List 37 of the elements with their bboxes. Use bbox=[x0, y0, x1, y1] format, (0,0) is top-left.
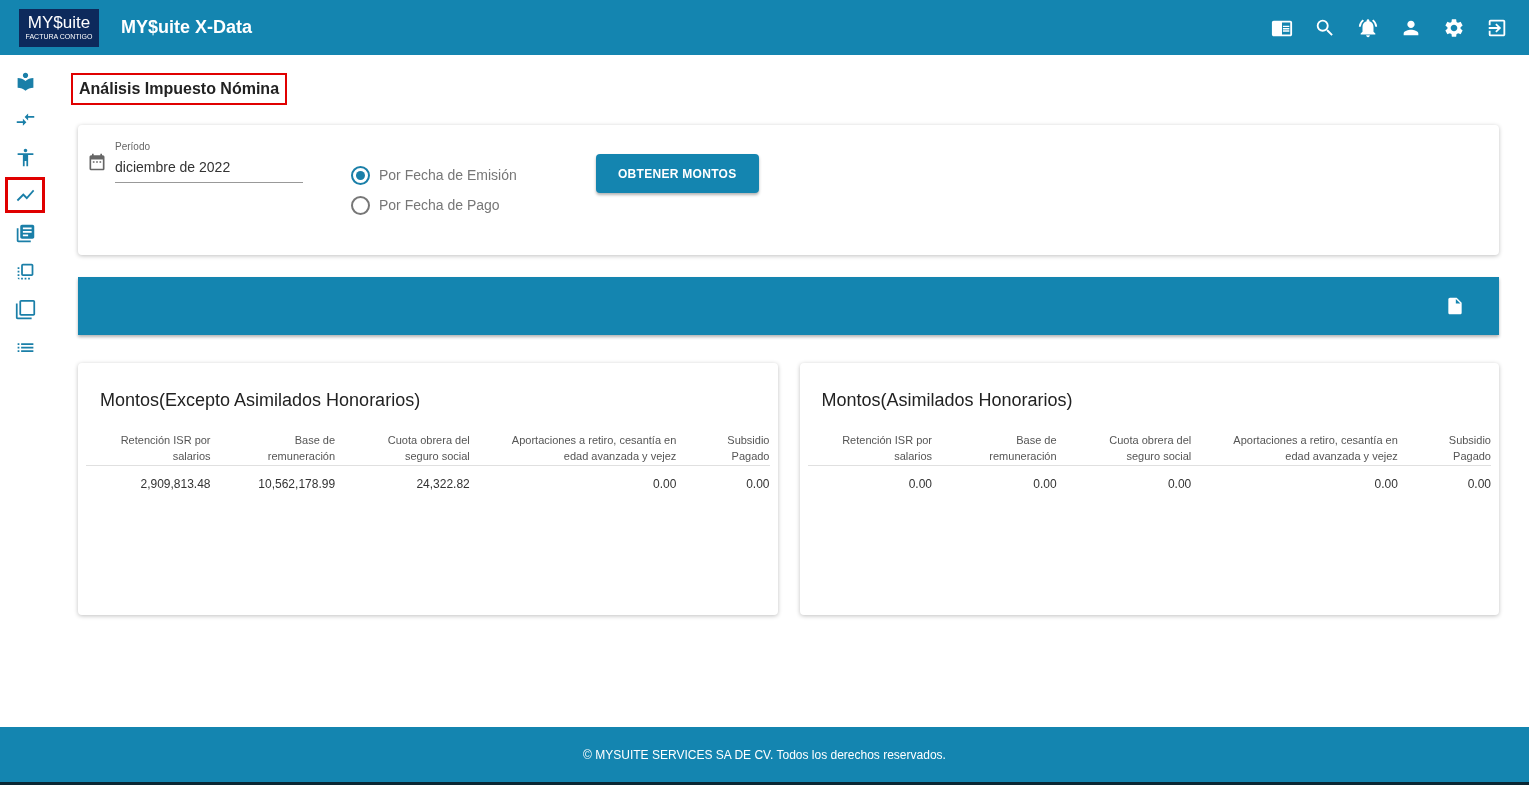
column-header: Subsidio Pagado bbox=[726, 433, 770, 464]
table-cell: 0.00 bbox=[1397, 465, 1491, 493]
app-title: MY$uite X-Data bbox=[121, 16, 253, 39]
column-header: Cuota obrera del seguro social bbox=[1108, 433, 1192, 464]
field-label: Período bbox=[115, 140, 152, 154]
settings-icon[interactable] bbox=[1443, 16, 1465, 39]
radio-label: Por Fecha de Emisión bbox=[379, 166, 517, 185]
table-cell: 24,322.82 bbox=[335, 465, 470, 493]
table-cell: 0.00 bbox=[807, 465, 933, 493]
card-title: Montos(Excepto Asimilados Honorarios) bbox=[99, 389, 422, 412]
bell-icon[interactable] bbox=[1357, 16, 1379, 39]
table-cell: 0.00 bbox=[932, 465, 1057, 493]
radio-button[interactable] bbox=[351, 166, 370, 185]
period-field[interactable]: diciembre de 2022 bbox=[115, 157, 303, 183]
table-cell: 10,562,178.99 bbox=[210, 465, 336, 493]
column-header: Subsidio Pagado bbox=[1447, 433, 1491, 464]
column-header: Retención ISR por salarios bbox=[119, 433, 211, 464]
radio-label: Por Fecha de Pago bbox=[379, 196, 500, 215]
copyright-text: © MYSUITE SERVICES SA DE CV. Todos los derechos reservados. bbox=[583, 746, 946, 764]
page-title: Análisis Impuesto Nómina bbox=[71, 73, 288, 105]
column-header: Aportaciones a retiro, cesantía en edad avanzada y vejez bbox=[510, 433, 677, 464]
column-header: Base de remuneración bbox=[266, 433, 336, 464]
table-cell: 0.00 bbox=[676, 465, 770, 493]
export-file-icon[interactable] bbox=[1445, 296, 1465, 316]
table-cell: 0.00 bbox=[1056, 465, 1192, 493]
radio-button[interactable] bbox=[351, 196, 370, 215]
calendar-icon bbox=[87, 152, 107, 172]
line-chart-icon[interactable] bbox=[8, 180, 42, 210]
column-header: Retención ISR por salarios bbox=[841, 433, 933, 464]
table-cell: 2,909,813.48 bbox=[86, 465, 211, 493]
table-cell: 0.00 bbox=[1191, 465, 1398, 493]
column-header: Cuota obrera del seguro social bbox=[386, 433, 470, 464]
column-header: Aportaciones a retiro, cesantía en edad avanzada y vejez bbox=[1232, 433, 1398, 464]
column-header: Base de remuneración bbox=[988, 433, 1057, 464]
table-cell: 0.00 bbox=[469, 465, 677, 493]
card-title: Montos(Asimilados Honorarios) bbox=[820, 389, 1074, 412]
get-amounts-button[interactable]: OBTENER MONTOS bbox=[595, 154, 759, 193]
